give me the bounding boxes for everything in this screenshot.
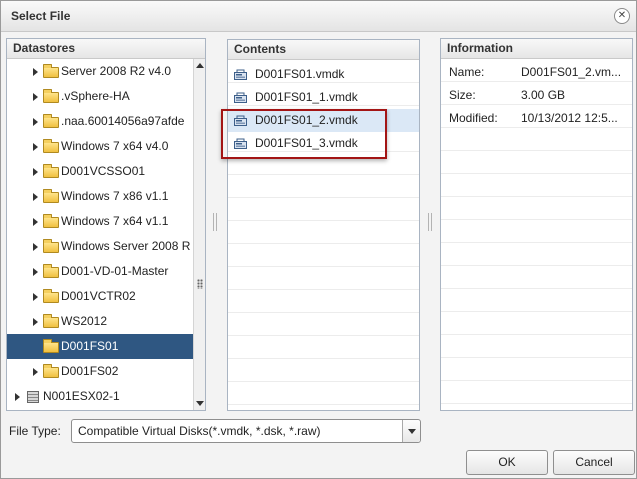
folder-icon xyxy=(43,214,59,228)
datastore-item-label: D001VCTR02 xyxy=(61,289,136,303)
left-splitter[interactable] xyxy=(213,213,217,231)
file-item-label: D001FS01_1.vmdk xyxy=(255,90,358,104)
datastore-item[interactable]: D001-VD-01-Master xyxy=(7,259,193,284)
datastores-scrollbar[interactable] xyxy=(193,59,205,410)
info-key: Modified: xyxy=(449,111,498,125)
title-bar[interactable]: Select File ✕ xyxy=(1,1,636,32)
contents-pane: Contents D001FS01.vmdk D001FS01_1.vmdk D00… xyxy=(227,39,420,411)
folder-icon xyxy=(43,264,59,278)
datastore-item-label: N001ESX02-1 xyxy=(43,389,120,403)
datastore-item-label: D001VCSSO01 xyxy=(61,164,146,178)
datastore-tree: Server 2008 R2 v4.0 .vSphere-HA .naa.60014… xyxy=(7,59,193,410)
chevron-right-icon[interactable] xyxy=(33,293,38,301)
folder-icon xyxy=(43,64,59,78)
datastore-item[interactable]: D001VCSSO01 xyxy=(7,159,193,184)
virtual-disk-icon xyxy=(234,69,247,80)
chevron-right-icon[interactable] xyxy=(15,393,20,401)
datastore-item-label: WS2012 xyxy=(61,314,108,328)
datastore-item[interactable]: D001FS02 xyxy=(7,359,193,384)
chevron-right-icon[interactable] xyxy=(33,193,38,201)
file-type-label: File Type: xyxy=(9,424,61,438)
chevron-right-icon[interactable] xyxy=(33,143,38,151)
datastore-item-label: .vSphere-HA xyxy=(61,89,130,103)
chevron-right-icon[interactable] xyxy=(33,93,38,101)
datastore-item[interactable]: .naa.60014056a97afde xyxy=(7,109,193,134)
datastore-item[interactable]: D001VCTR02 xyxy=(7,284,193,309)
file-type-select[interactable]: Compatible Virtual Disks(*.vmdk, *.dsk, … xyxy=(71,419,421,443)
ok-button[interactable]: OK xyxy=(466,450,548,475)
cancel-button[interactable]: Cancel xyxy=(553,450,635,475)
close-icon[interactable]: ✕ xyxy=(614,8,630,24)
scroll-down-icon[interactable] xyxy=(196,401,204,406)
folder-icon xyxy=(43,364,59,378)
right-splitter[interactable] xyxy=(428,213,432,231)
chevron-right-icon[interactable] xyxy=(33,268,38,276)
datastore-item[interactable]: Server 2008 R2 v4.0 xyxy=(7,59,193,84)
datastore-item[interactable]: .vSphere-HA xyxy=(7,84,193,109)
file-item-label: D001FS01_2.vmdk xyxy=(255,113,358,127)
chevron-right-icon[interactable] xyxy=(33,368,38,376)
datastores-header: Datastores xyxy=(7,39,205,59)
datastore-item-label: Windows 7 x86 v1.1 xyxy=(61,189,169,203)
datastores-pane: Datastores Server 2008 R2 v4.0 .vSphere-H… xyxy=(6,38,206,411)
datastore-item-label: Windows Server 2008 R xyxy=(61,239,191,253)
datastore-item[interactable]: D001FS01 xyxy=(7,334,193,359)
contents-header: Contents xyxy=(228,40,419,60)
file-item-label: D001FS01.vmdk xyxy=(255,67,345,81)
file-item[interactable]: D001FS01_2.vmdk xyxy=(228,109,419,132)
folder-icon xyxy=(43,89,59,103)
file-item[interactable]: D001FS01_1.vmdk xyxy=(228,86,419,109)
file-item[interactable]: D001FS01.vmdk xyxy=(228,63,419,86)
datastore-item[interactable]: Windows 7 x86 v1.1 xyxy=(7,184,193,209)
dialog-title: Select File xyxy=(11,9,71,23)
datastore-item-label: D001FS02 xyxy=(61,364,119,378)
info-key: Size: xyxy=(449,88,476,102)
chevron-right-icon[interactable] xyxy=(33,318,38,326)
virtual-disk-icon xyxy=(234,115,247,126)
datastore-item-label: D001FS01 xyxy=(61,339,119,353)
virtual-disk-icon xyxy=(234,138,247,149)
information-header: Information xyxy=(441,39,632,59)
folder-icon xyxy=(43,339,59,353)
folder-icon xyxy=(43,239,59,253)
information-pane: Information Name: D001FS01_2.vm... Size: 3.… xyxy=(440,38,633,411)
info-row: Size: 3.00 GB xyxy=(441,84,632,107)
chevron-right-icon[interactable] xyxy=(33,218,38,226)
virtual-disk-icon xyxy=(234,92,247,103)
folder-icon xyxy=(43,314,59,328)
chevron-right-icon[interactable] xyxy=(33,118,38,126)
datastore-item[interactable]: Windows Server 2008 R xyxy=(7,234,193,259)
datastore-item[interactable]: Windows 7 x64 v4.0 xyxy=(7,134,193,159)
chevron-right-icon[interactable] xyxy=(33,68,38,76)
datastore-item-label: D001-VD-01-Master xyxy=(61,264,169,278)
info-key: Name: xyxy=(449,65,485,79)
folder-icon xyxy=(43,139,59,153)
info-row: Modified: 10/13/2012 12:5... xyxy=(441,107,632,130)
chevron-right-icon[interactable] xyxy=(33,168,38,176)
file-type-value: Compatible Virtual Disks(*.vmdk, *.dsk, … xyxy=(78,424,321,438)
folder-icon xyxy=(43,189,59,203)
info-row: Name: D001FS01_2.vm... xyxy=(441,61,632,84)
folder-icon xyxy=(43,289,59,303)
info-value: 3.00 GB xyxy=(521,88,566,102)
info-value: D001FS01_2.vm... xyxy=(521,65,622,79)
datastore-item[interactable]: N001ESX02-1 xyxy=(7,384,193,409)
folder-icon xyxy=(43,164,59,178)
folder-icon xyxy=(43,114,59,128)
scroll-grip-icon[interactable] xyxy=(197,279,203,289)
datastore-item-label: .naa.60014056a97afde xyxy=(61,114,185,128)
chevron-right-icon[interactable] xyxy=(33,243,38,251)
chevron-down-icon[interactable] xyxy=(402,420,420,442)
file-item-label: D001FS01_3.vmdk xyxy=(255,136,358,150)
datastore-item-label: Windows 7 x64 v4.0 xyxy=(61,139,169,153)
datastore-item-label: Windows 7 x64 v1.1 xyxy=(61,214,169,228)
datastore-item[interactable]: Windows 7 x64 v1.1 xyxy=(7,209,193,234)
host-icon xyxy=(27,391,39,403)
datastore-item-label: Server 2008 R2 v4.0 xyxy=(61,64,172,78)
datastore-item[interactable]: WS2012 xyxy=(7,309,193,334)
select-file-dialog: Select File ✕ Datastores Server 2008 R2 … xyxy=(0,0,637,479)
scroll-up-icon[interactable] xyxy=(196,63,204,68)
info-value: 10/13/2012 12:5... xyxy=(521,111,618,125)
file-item[interactable]: D001FS01_3.vmdk xyxy=(228,132,419,155)
